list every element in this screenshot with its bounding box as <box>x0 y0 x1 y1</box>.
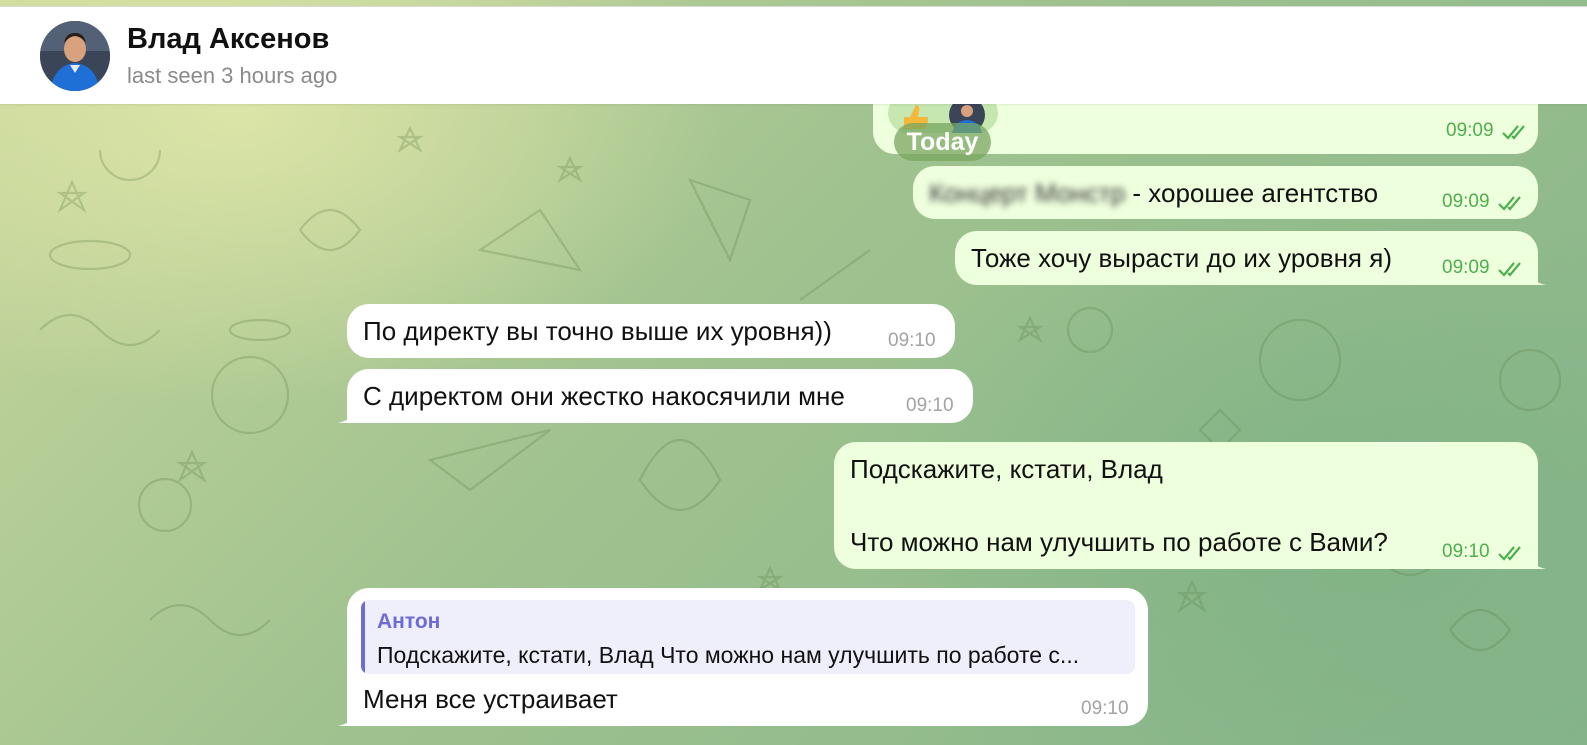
reply-quote[interactable]: Антон Подскажите, кстати, Влад Что можно… <box>361 600 1135 674</box>
message-time: 09:10 <box>888 330 936 351</box>
message-text-line1: Подскажите, кстати, Влад <box>850 454 1163 484</box>
message-text: Тоже хочу вырасти до их уровня я) <box>971 243 1392 273</box>
bubble-tail <box>1528 551 1546 569</box>
blurred-text: Концерт Монстр <box>929 178 1126 208</box>
bubble-tail <box>338 405 356 423</box>
avatar[interactable] <box>40 21 110 91</box>
date-separator: Today <box>894 123 991 161</box>
message-bubble-outgoing[interactable]: Тоже хочу вырасти до их уровня я) 09:09 <box>955 231 1546 285</box>
message-bubble-incoming[interactable]: По директу вы точно выше их уровня)) 09:… <box>347 304 955 358</box>
message-bubble-outgoing[interactable]: Концерт Монстр - хорошее агентство 09:09 <box>913 166 1538 219</box>
contact-status: last seen 3 hours ago <box>127 63 338 88</box>
message-time: 09:10 <box>1081 698 1129 719</box>
message-bubble-incoming[interactable]: Антон Подскажите, кстати, Влад Что можно… <box>338 588 1148 726</box>
contact-name[interactable]: Влад Аксенов <box>127 23 329 56</box>
chat-header: Влад Аксенов last seen 3 hours ago <box>0 6 1587 104</box>
message-time: 09:09 <box>1446 120 1494 141</box>
message-time: 09:09 <box>1442 191 1490 212</box>
message-bubble-incoming[interactable]: С директом они жестко накосячили мне 09:… <box>338 369 973 423</box>
read-check-icon <box>1498 196 1521 211</box>
read-check-icon <box>1502 125 1525 140</box>
read-check-icon <box>1498 546 1521 561</box>
message-time: 09:10 <box>1442 541 1490 562</box>
message-bubble-outgoing[interactable]: Подскажите, кстати, Влад Что можно нам у… <box>834 442 1546 569</box>
message-text: С директом они жестко накосячили мне <box>363 381 845 411</box>
reply-author: Антон <box>377 610 441 633</box>
message-text: - хорошее агентство <box>1125 178 1379 208</box>
reply-text: Подскажите, кстати, Влад Что можно нам у… <box>377 642 1080 668</box>
bubble-tail <box>338 708 356 726</box>
message-text: Меня все устраивает <box>363 684 618 714</box>
reply-accent-bar <box>361 600 365 674</box>
read-check-icon <box>1498 262 1521 277</box>
message-text: По директу вы точно выше их уровня)) <box>363 316 832 346</box>
message-time: 09:09 <box>1442 257 1490 278</box>
message-text-line2: Что можно нам улучшить по работе с Вами? <box>850 527 1388 557</box>
bubble-tail <box>1528 267 1546 285</box>
message-time: 09:10 <box>906 395 954 416</box>
